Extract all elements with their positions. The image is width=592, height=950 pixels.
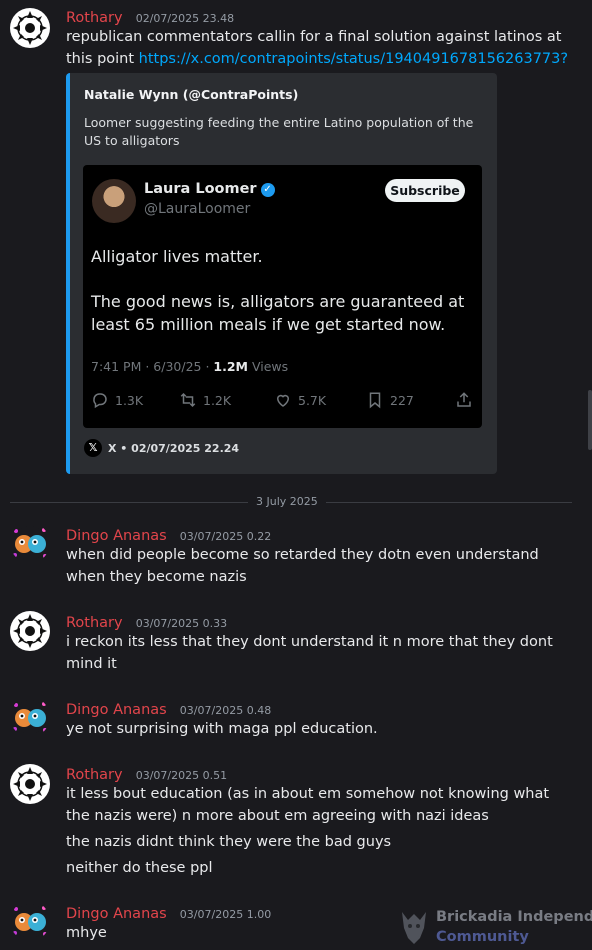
message-text: neither do these ppl [66, 860, 213, 876]
message-text: ye not surprising with maga ppl educatio… [66, 721, 378, 737]
embed-footer-text: X • 02/07/2025 22.24 [108, 441, 240, 455]
message-text: the nazis didnt think they were the bad … [66, 834, 392, 850]
avatar[interactable] [10, 523, 50, 563]
watermark: Brickadia Independent Community [396, 906, 592, 950]
author-name[interactable]: Rothary [66, 767, 123, 783]
x-logo-icon: 𝕏 [84, 439, 102, 457]
date-divider: 3 July 2025 [248, 495, 326, 508]
author-name[interactable]: Dingo Ananas [66, 702, 167, 718]
author-name[interactable]: Rothary [66, 10, 123, 26]
message-text: i reckon its less that they dont underst… [66, 634, 553, 672]
timestamp: 03/07/2025 0.48 [179, 704, 272, 717]
wolf-logo-icon [402, 912, 426, 944]
watermark-line1: Brickadia Independent [436, 909, 592, 925]
share-stat [455, 391, 473, 409]
bookmark-stat: 227 [366, 391, 414, 409]
tweet-body: Alligator lives matter. The good news is… [91, 245, 476, 358]
embed-footer: 𝕏 X • 02/07/2025 22.24 [84, 439, 239, 457]
views-count: 1.2M [213, 359, 248, 374]
tweet-line: The good news is, alligators are guarant… [91, 292, 465, 334]
message-text: when did people become so retarded they … [66, 547, 539, 585]
timestamp: 03/07/2025 0.51 [135, 769, 228, 782]
avatar[interactable] [10, 611, 50, 651]
author-name[interactable]: Rothary [66, 615, 123, 631]
reply-stat: 1.3K [91, 391, 143, 409]
avatar[interactable] [10, 8, 50, 48]
message-text: it less bout education (as in about em s… [66, 786, 550, 824]
message: Dingo Ananas 03/07/2025 0.48 ye not surp… [0, 694, 592, 744]
avatar[interactable] [10, 697, 50, 737]
avatar[interactable] [10, 764, 50, 804]
tweet-handle: @LauraLoomer [144, 201, 251, 217]
subscribe-button: Subscribe [385, 179, 465, 202]
repost-stat: 1.2K [179, 391, 231, 409]
message: Rothary 03/07/2025 0.33 i reckon its les… [0, 607, 592, 677]
avatar[interactable] [10, 901, 50, 941]
verified-icon: ✓ [260, 183, 275, 197]
embed-author[interactable]: Natalie Wynn (@ContraPoints) [84, 87, 298, 102]
message: Dingo Ananas 03/07/2025 0.22 when did pe… [0, 520, 592, 590]
message: Rothary 03/07/2025 0.51 it less bout edu… [0, 759, 592, 884]
like-stat: 5.7K [274, 391, 326, 409]
tweet-image[interactable]: Laura Loomer ✓ @LauraLoomer Subscribe All… [83, 165, 482, 428]
tweet-actions: 1.3K 1.2K 5.7K 227 [91, 391, 474, 409]
scrollbar[interactable] [588, 390, 592, 450]
timestamp: 02/07/2025 23.48 [135, 12, 235, 25]
reply-icon [93, 393, 107, 409]
tweet-author-name: Laura Loomer ✓ [144, 181, 275, 197]
author-name[interactable]: Dingo Ananas [66, 528, 167, 544]
author-name[interactable]: Dingo Ananas [66, 906, 167, 922]
timestamp: 03/07/2025 0.33 [135, 617, 228, 630]
watermark-line2: Community [436, 929, 529, 945]
repost-icon [180, 392, 196, 408]
heart-icon [276, 394, 290, 407]
tweet-line: Alligator lives matter. [91, 247, 263, 266]
message: Rothary 02/07/2025 23.48 republican comm… [0, 0, 592, 480]
timestamp: 03/07/2025 0.22 [179, 530, 272, 543]
share-icon [457, 392, 471, 407]
timestamp: 03/07/2025 1.00 [179, 908, 272, 921]
tweet-avatar [92, 179, 136, 223]
bookmark-icon [369, 392, 381, 409]
link-embed: Natalie Wynn (@ContraPoints) Loomer sugg… [66, 73, 497, 474]
tweet-meta: 7:41 PM · 6/30/25 · 1.2M Views [91, 359, 289, 374]
embed-description: Loomer suggesting feeding the entire Lat… [84, 115, 474, 148]
